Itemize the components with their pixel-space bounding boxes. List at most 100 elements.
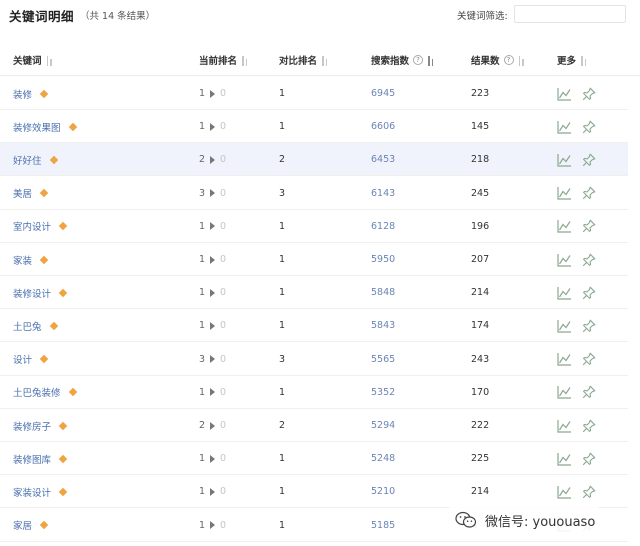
keyword-link[interactable]: 美居	[13, 186, 32, 200]
search-index-value: 5185	[371, 519, 396, 531]
info-icon[interactable]: ?	[503, 55, 514, 65]
current-rank-value: 1	[199, 486, 206, 498]
diamond-icon	[68, 388, 77, 397]
pin-icon[interactable]	[582, 352, 596, 366]
current-rank-cell: 2 0	[199, 409, 226, 442]
keyword-link[interactable]: 家装	[13, 253, 32, 267]
trend-chart-icon[interactable]	[557, 120, 572, 134]
keyword-cell: 好好住	[13, 143, 58, 176]
keyword-link[interactable]: 装修房子	[13, 419, 51, 433]
pin-icon[interactable]	[582, 186, 596, 200]
pin-icon[interactable]	[582, 87, 596, 101]
trend-chart-icon[interactable]	[557, 286, 572, 300]
wechat-icon	[455, 511, 477, 528]
pin-icon[interactable]	[582, 485, 596, 499]
more-actions	[557, 343, 596, 376]
trend-chart-icon[interactable]	[557, 253, 572, 267]
previous-rank-value: 0	[220, 220, 227, 232]
table-row[interactable]: 设计 3 0 3 5565 243	[0, 343, 628, 376]
col-current-rank[interactable]: 当前排名	[199, 53, 249, 67]
keyword-link[interactable]: 室内设计	[13, 219, 51, 233]
current-rank-cell: 3 0	[199, 177, 226, 210]
pin-icon[interactable]	[582, 253, 596, 267]
current-rank-cell: 1 0	[199, 110, 226, 143]
table-row[interactable]: 装修 1 0 1 6945 223	[0, 77, 628, 110]
keyword-link[interactable]: 设计	[13, 352, 32, 366]
arrow-right-icon	[210, 321, 216, 330]
sort-icon[interactable]	[581, 55, 588, 66]
table-row[interactable]: 土巴兔装修 1 0 1 5352 170	[0, 376, 628, 409]
pin-icon[interactable]	[582, 452, 596, 466]
pin-icon[interactable]	[582, 153, 596, 167]
result-count-value: 145	[471, 121, 490, 133]
pin-icon[interactable]	[582, 385, 596, 399]
keyword-link[interactable]: 家居	[13, 518, 32, 532]
previous-rank-value: 0	[220, 88, 227, 99]
keyword-link[interactable]: 装修设计	[13, 286, 51, 300]
table-row[interactable]: 室内设计 1 0 1 6128 196	[0, 210, 628, 243]
table-row[interactable]: 土巴兔 1 0 1 5843 174	[0, 309, 628, 343]
table-row[interactable]: 好好住 2 0 2 6453 218	[0, 143, 628, 177]
arrow-right-icon	[210, 521, 216, 530]
sort-icon[interactable]	[242, 55, 249, 66]
sort-icon[interactable]	[322, 55, 329, 66]
trend-chart-icon[interactable]	[557, 419, 572, 433]
trend-chart-icon[interactable]	[557, 186, 572, 200]
diamond-icon	[39, 89, 49, 98]
pin-icon[interactable]	[582, 120, 596, 134]
sort-icon[interactable]	[428, 55, 435, 66]
current-rank-cell: 1 0	[199, 509, 226, 542]
trend-chart-icon[interactable]	[557, 219, 572, 233]
sort-icon[interactable]	[46, 55, 54, 66]
current-rank-value: 1	[199, 254, 206, 265]
current-rank-value: 1	[199, 88, 206, 99]
keyword-link[interactable]: 土巴兔	[13, 319, 42, 333]
table-row[interactable]: 美居 3 0 3 6143 245	[0, 177, 628, 210]
trend-chart-icon[interactable]	[557, 319, 572, 333]
table-row[interactable]: 装修效果图 1 0 1 6606 145	[0, 110, 628, 144]
col-search-index[interactable]: 搜索指数 ?	[371, 53, 435, 67]
keyword-filter-input[interactable]	[514, 5, 626, 23]
search-index-value: 5294	[371, 420, 396, 431]
col-compare-rank[interactable]: 对比排名	[279, 53, 329, 67]
trend-chart-icon[interactable]	[557, 485, 572, 499]
trend-chart-icon[interactable]	[557, 87, 572, 101]
table-row[interactable]: 家装设计 1 0 1 5210 214	[0, 475, 628, 509]
pin-icon[interactable]	[582, 319, 596, 333]
trend-chart-icon[interactable]	[557, 153, 572, 167]
previous-rank-value: 0	[220, 320, 227, 332]
more-actions	[557, 409, 596, 442]
result-count-value: 218	[471, 154, 490, 166]
diamond-icon	[39, 354, 49, 364]
keyword-link[interactable]: 家装设计	[13, 485, 51, 499]
table-row[interactable]: 装修房子 2 0 2 5294 222	[0, 409, 628, 442]
col-keyword[interactable]: 关键词	[13, 53, 54, 67]
pin-icon[interactable]	[582, 286, 596, 300]
trend-chart-icon[interactable]	[557, 352, 572, 366]
table-row[interactable]: 装修设计 1 0 1 5848 214	[0, 276, 628, 310]
diamond-icon	[49, 321, 58, 331]
keyword-link[interactable]: 装修效果图	[13, 120, 61, 134]
table-row[interactable]: 装修图库 1 0 1 5248 225	[0, 442, 628, 476]
pin-icon[interactable]	[582, 219, 596, 233]
table-row[interactable]: 家装 1 0 1 5950 207	[0, 243, 628, 276]
diamond-icon	[49, 155, 58, 165]
compare-rank-value: 3	[279, 353, 286, 365]
trend-chart-icon[interactable]	[557, 452, 572, 466]
trend-chart-icon[interactable]	[557, 385, 572, 399]
current-rank-cell: 1 0	[199, 442, 226, 475]
sort-icon[interactable]	[518, 55, 526, 66]
keyword-link[interactable]: 装修图库	[13, 452, 51, 466]
current-rank-value: 3	[199, 187, 206, 199]
keyword-cell: 装修图库	[13, 442, 68, 475]
current-rank-value: 2	[199, 154, 206, 166]
result-count-value: 225	[471, 453, 490, 465]
info-icon[interactable]: ?	[413, 55, 424, 65]
col-result-count[interactable]: 结果数 ?	[471, 53, 526, 67]
arrow-right-icon	[210, 454, 216, 463]
keyword-link[interactable]: 装修	[13, 87, 32, 101]
arrow-right-icon	[210, 421, 216, 430]
keyword-link[interactable]: 土巴兔装修	[13, 385, 61, 399]
pin-icon[interactable]	[582, 419, 596, 433]
keyword-link[interactable]: 好好住	[13, 153, 42, 167]
